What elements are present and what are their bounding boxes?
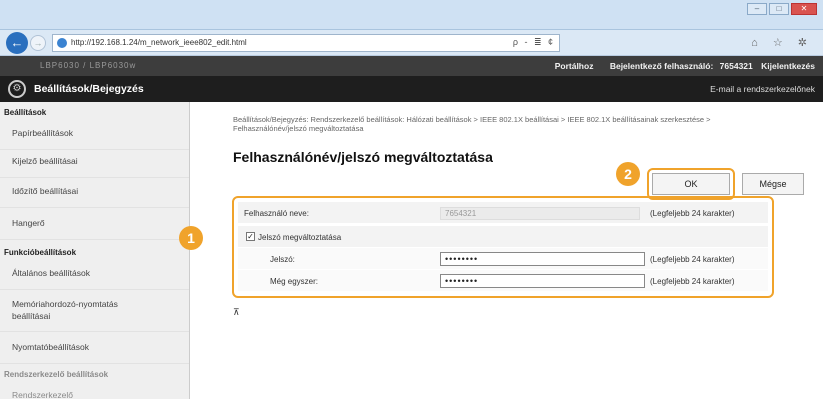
maximize-icon[interactable]: □	[769, 3, 789, 15]
sidebar-item-media-print[interactable]: Memóriahordozó-nyomtatás beállításai	[0, 298, 189, 332]
sidebar-item-timer[interactable]: Időzítő beállításai	[0, 186, 189, 208]
sidebar-item-admin[interactable]: Rendszerkezelő	[0, 390, 189, 399]
back-arrow-icon[interactable]: ←	[6, 32, 28, 54]
top-status-bar: LBP6030 / LBP6030w Portálhoz Bejelentkez…	[0, 56, 823, 76]
sidebar-heading-functions: Funkcióbeállítások	[4, 248, 77, 257]
page-title: Felhasználónév/jelszó megváltoztatása	[233, 149, 493, 165]
browser-navbar: ← → http://192.168.1.24/m_network_ieee80…	[0, 30, 823, 56]
address-tools-icon[interactable]: ρ - ≣ ¢	[513, 37, 555, 48]
top-links: Portálhoz Bejelentkező felhasználó: 7654…	[541, 61, 815, 71]
address-url[interactable]: http://192.168.1.24/m_network_ieee802_ed…	[71, 38, 247, 47]
sidebar: Beállítások Papírbeállítások Kijelző beá…	[0, 102, 190, 399]
forward-arrow-icon[interactable]: →	[30, 35, 46, 51]
callout-badge-2: 2	[616, 162, 640, 186]
window-controls: – □ ✕	[747, 3, 817, 15]
portal-link[interactable]: Portálhoz	[555, 61, 594, 71]
page-icon	[57, 38, 67, 48]
browser-titlebar: – □ ✕	[0, 0, 823, 30]
email-admin-link[interactable]: E-mail a rendszerkezelőnek	[710, 84, 815, 94]
sidebar-item-display[interactable]: Kijelző beállításai	[0, 156, 189, 178]
login-user-label: Bejelentkező felhasználó:	[609, 61, 714, 71]
back-to-top-icon[interactable]: ⊼	[233, 307, 240, 318]
logout-link[interactable]: Kijelentkezés	[761, 61, 815, 71]
sidebar-item-printer[interactable]: Nyomtatóbeállítások	[0, 342, 189, 364]
minimize-icon[interactable]: –	[747, 3, 767, 15]
header-bar: ⚙ Beállítások/Bejegyzés E-mail a rendsze…	[0, 76, 823, 102]
sidebar-item-general[interactable]: Általános beállítások	[0, 268, 189, 290]
ok-button[interactable]: OK	[652, 173, 730, 195]
address-bar[interactable]: http://192.168.1.24/m_network_ieee802_ed…	[52, 34, 560, 52]
sidebar-item-volume[interactable]: Hangerő	[0, 218, 189, 240]
close-icon[interactable]: ✕	[791, 3, 817, 15]
callout-badge-1: 1	[179, 226, 203, 250]
sidebar-heading-settings: Beállítások	[4, 108, 47, 117]
gear-icon: ⚙	[8, 80, 26, 98]
header-title: Beállítások/Bejegyzés	[34, 83, 144, 95]
form-highlight	[232, 196, 774, 298]
login-user: 7654321	[719, 61, 753, 71]
sidebar-item-paper[interactable]: Papírbeállítások	[0, 128, 189, 150]
sidebar-heading-admin: Rendszerkezelő beállítások	[4, 370, 109, 379]
device-model: LBP6030 / LBP6030w	[40, 61, 137, 70]
browser-toolbar-icons[interactable]: ⌂ ☆ ✲	[751, 36, 813, 49]
breadcrumb: Beállítások/Bejegyzés: Rendszerkezelő be…	[233, 115, 711, 133]
cancel-button[interactable]: Mégse	[742, 173, 804, 195]
main-content: Beállítások/Bejegyzés: Rendszerkezelő be…	[179, 102, 823, 399]
